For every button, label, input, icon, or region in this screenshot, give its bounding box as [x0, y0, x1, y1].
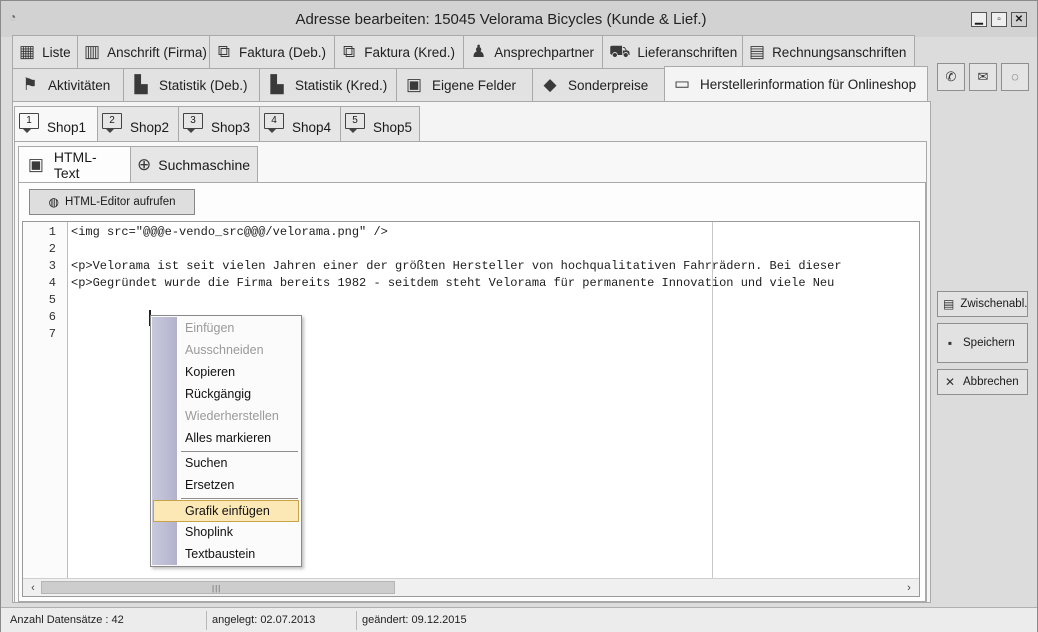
- html-editor-button[interactable]: ◍ HTML-Editor aufrufen: [29, 189, 195, 215]
- right-margin-line: [712, 222, 713, 578]
- grip-icon: |||: [212, 584, 222, 593]
- tab-statistik-kred[interactable]: ▙ Statistik (Kred.): [259, 68, 397, 101]
- menu-item-suchen[interactable]: Suchen: [152, 452, 300, 474]
- tab-ansprechpartner[interactable]: ♟ Ansprechpartner: [463, 35, 603, 68]
- line-number: 1: [48, 225, 56, 239]
- html-monitor-icon: ▣: [27, 154, 44, 174]
- activity-icon: ⚑: [22, 75, 38, 94]
- tab-anschrift[interactable]: ▥ Anschrift (Firma): [77, 35, 210, 68]
- scroll-left-icon[interactable]: ‹: [25, 580, 41, 596]
- tab-rechnungsanschriften[interactable]: ▤ Rechnungsanschriften: [742, 35, 915, 68]
- bill-icon: ▤: [749, 42, 766, 61]
- title-bar: ◔ Adresse bearbeiten: 15045 Velorama Bic…: [1, 1, 1037, 37]
- main-window: ◔ Adresse bearbeiten: 15045 Velorama Bic…: [0, 0, 1038, 632]
- tab-lieferanschriften[interactable]: ⛟ Lieferanschriften: [602, 35, 743, 68]
- tab-shop2[interactable]: 2 Shop2: [97, 106, 179, 141]
- tab-aktivitaeten[interactable]: ⚑ Aktivitäten: [12, 68, 124, 101]
- menu-item-shoplink[interactable]: Shoplink: [152, 521, 300, 543]
- menu-item-alles-markieren[interactable]: Alles markieren: [152, 427, 300, 449]
- scrollbar-thumb[interactable]: |||: [41, 581, 395, 594]
- phone-icon[interactable]: ✆: [937, 63, 965, 91]
- menu-item-textbaustein[interactable]: Textbaustein: [152, 543, 300, 565]
- status-changed: geändert: 09.12.2015: [362, 614, 467, 626]
- code-line: <img src="@@@e-vendo_src@@@/velorama.png…: [71, 225, 388, 239]
- tab-eigene-felder[interactable]: ▣ Eigene Felder: [396, 68, 533, 101]
- tab-faktura-deb[interactable]: ⧉ Faktura (Deb.): [209, 35, 335, 68]
- cancel-button[interactable]: ✕ Abbrechen: [937, 369, 1028, 395]
- maximize-icon[interactable]: ▫: [991, 12, 1007, 27]
- menu-item-grafik-einfuegen[interactable]: Grafik einfügen: [153, 500, 299, 522]
- line-number-gutter: 1 2 3 4 5 6 7: [23, 222, 68, 578]
- menu-item-kopieren[interactable]: Kopieren: [152, 361, 300, 383]
- invoice-icon: ⧉: [343, 42, 356, 61]
- scroll-right-icon[interactable]: ›: [901, 580, 917, 596]
- fields-icon: ▣: [405, 75, 423, 94]
- shop-number-icon: 5: [345, 113, 365, 133]
- menu-item-wiederherstellen[interactable]: Wiederherstellen: [152, 405, 300, 427]
- tab-shop4[interactable]: 4 Shop4: [259, 106, 341, 141]
- tab-liste[interactable]: ▦ Liste: [12, 35, 78, 68]
- status-created: angelegt: 02.07.2013: [209, 611, 357, 630]
- status-record-count: Anzahl Datensätze : 42: [7, 611, 207, 630]
- clipboard-icon: ▤: [943, 297, 955, 311]
- tab-statistik-deb[interactable]: ▙ Statistik (Deb.): [123, 68, 260, 101]
- tab-herstellerinformation[interactable]: ▭ Herstellerinformation für Onlineshop: [664, 66, 928, 101]
- save-icon: ▪: [947, 336, 953, 350]
- save-button[interactable]: ▪ Speichern: [937, 323, 1028, 363]
- bar-chart-icon: ▙: [270, 75, 284, 94]
- line-number: 7: [48, 327, 56, 341]
- window-title: Adresse bearbeiten: 15045 Velorama Bicyc…: [295, 11, 707, 28]
- clipboard-button[interactable]: ▤ Zwischenabl.: [937, 291, 1028, 317]
- tab-shop5[interactable]: 5 Shop5: [340, 106, 420, 141]
- bar-chart-icon: ▙: [134, 75, 148, 94]
- tab-html-text[interactable]: ▣ HTML-Text: [18, 146, 131, 182]
- shop-number-icon: 1: [19, 113, 39, 133]
- tab-shop3[interactable]: 3 Shop3: [178, 106, 260, 141]
- tab-row-1: ▦ Liste ▥ Anschrift (Firma) ⧉ Faktura (Deb.…: [12, 35, 915, 68]
- table-icon: ▦: [19, 42, 36, 61]
- line-number: 2: [48, 242, 56, 256]
- shop-tabs: 1 Shop1 2 Shop2 3 Shop3 4 Shop4 5 Shop5: [14, 106, 420, 141]
- chat-icon[interactable]: ◌: [1001, 63, 1029, 91]
- line-number: 3: [48, 259, 56, 273]
- code-line: <p>Velorama ist seit vielen Jahren einer…: [71, 259, 842, 273]
- shop-number-icon: 3: [183, 113, 203, 133]
- line-number: 6: [48, 310, 56, 324]
- content-tabs: ▣ HTML-Text ⊕ Suchmaschine: [18, 146, 258, 182]
- tab-sonderpreise[interactable]: ◆ Sonderpreise: [532, 68, 665, 101]
- tab-row-2: ⚑ Aktivitäten ▙ Statistik (Deb.) ▙ Statisti…: [12, 66, 928, 101]
- line-number: 4: [48, 276, 56, 290]
- tab-shop1[interactable]: 1 Shop1: [14, 106, 98, 141]
- close-icon[interactable]: ✕: [1011, 12, 1027, 27]
- person-icon: ♟: [470, 42, 487, 61]
- menu-item-einfuegen[interactable]: Einfügen: [152, 317, 300, 339]
- code-line: <p>Gegründet wurde die Firma bereits 198…: [71, 276, 835, 290]
- tab-suchmaschine[interactable]: ⊕ Suchmaschine: [130, 146, 258, 182]
- menu-item-rueckgaengig[interactable]: Rückgängig: [152, 383, 300, 405]
- context-menu: Einfügen Ausschneiden Kopieren Rückgängi…: [150, 315, 302, 567]
- menu-separator: [181, 498, 298, 499]
- shop-number-icon: 2: [102, 113, 122, 133]
- building-icon: ▥: [84, 42, 101, 61]
- horizontal-scrollbar[interactable]: ‹ ||| ›: [23, 578, 919, 596]
- globe-icon: ◍: [48, 195, 59, 209]
- line-number: 5: [48, 293, 56, 307]
- mail-icon[interactable]: ✉: [969, 63, 997, 91]
- monitor-icon: ▭: [673, 74, 691, 93]
- status-bar: Anzahl Datensätze : 42 angelegt: 02.07.2…: [1, 607, 1037, 632]
- magnifier-icon: ⊕: [137, 154, 152, 174]
- menu-item-ausschneiden[interactable]: Ausschneiden: [152, 339, 300, 361]
- truck-icon: ⛟: [609, 42, 631, 61]
- tab-faktura-kred[interactable]: ⧉ Faktura (Kred.): [334, 35, 464, 68]
- minimize-icon[interactable]: ▁: [971, 12, 987, 27]
- invoice-icon: ⧉: [217, 42, 231, 61]
- shop-number-icon: 4: [264, 113, 284, 133]
- cancel-icon: ✕: [944, 375, 956, 389]
- menu-item-ersetzen[interactable]: Ersetzen: [152, 474, 300, 496]
- handshake-icon: ◆: [543, 75, 557, 94]
